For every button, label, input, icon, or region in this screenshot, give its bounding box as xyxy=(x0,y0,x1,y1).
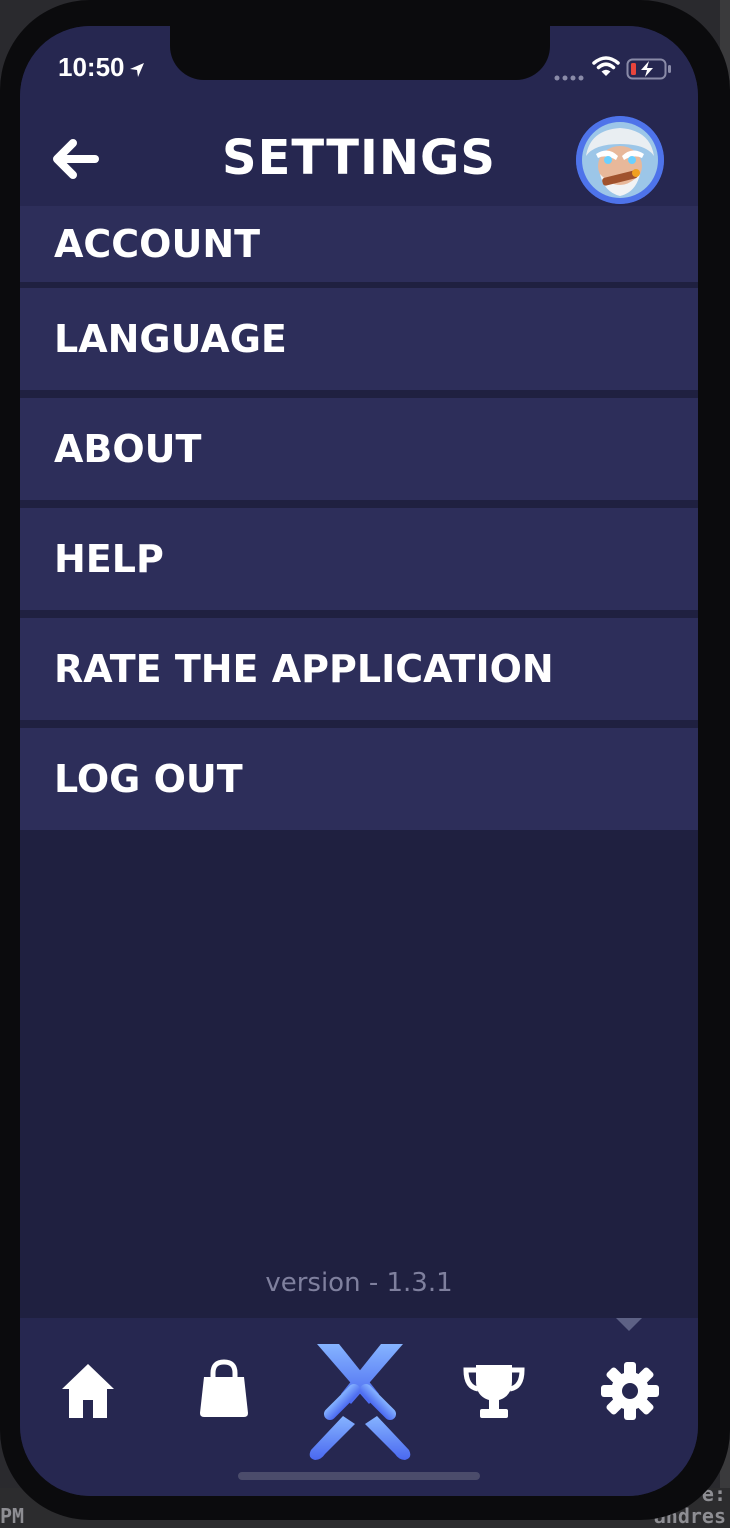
status-time-text: 10:50 xyxy=(58,52,125,82)
menu-item-language[interactable]: LANGUAGE xyxy=(20,288,698,390)
menu-item-label: HELP xyxy=(54,537,164,581)
tab-battle[interactable] xyxy=(298,1338,422,1472)
menu-item-label: ABOUT xyxy=(54,427,202,471)
cellular-signal-icon xyxy=(554,66,586,85)
menu-item-label: ACCOUNT xyxy=(54,222,261,266)
tab-settings[interactable] xyxy=(596,1358,664,1428)
device-notch xyxy=(170,26,550,80)
header: SETTINGS xyxy=(20,106,698,218)
home-indicator xyxy=(238,1472,480,1480)
avatar-wizard-icon xyxy=(576,116,664,204)
tab-shop[interactable] xyxy=(192,1356,256,1426)
menu-item-label: RATE THE APPLICATION xyxy=(54,647,554,691)
status-time: 10:50 xyxy=(58,52,145,85)
menu-item-account[interactable]: ACCOUNT xyxy=(20,206,698,282)
location-arrow-icon xyxy=(129,54,145,85)
battery-charging-icon xyxy=(626,58,672,84)
trophy-icon xyxy=(462,1361,526,1425)
menu-item-label: LOG OUT xyxy=(54,757,243,801)
menu-item-rate-the-application[interactable]: RATE THE APPLICATION xyxy=(20,618,698,720)
tab-leaderboard[interactable] xyxy=(460,1358,528,1428)
tab-home[interactable] xyxy=(56,1358,120,1428)
wifi-icon xyxy=(592,56,620,82)
selected-tab-indicator xyxy=(616,1318,642,1331)
phone-frame: 10:50 SETTINGS ACCOUNT LANGUAGE ABOUT HE… xyxy=(0,0,730,1520)
gear-icon xyxy=(600,1361,660,1425)
menu-item-label: LANGUAGE xyxy=(54,317,287,361)
app-screen: 10:50 SETTINGS ACCOUNT LANGUAGE ABOUT HE… xyxy=(20,26,698,1496)
menu-item-help[interactable]: HELP xyxy=(20,508,698,610)
version-label: version - 1.3.1 xyxy=(265,1268,453,1298)
menu-item-about[interactable]: ABOUT xyxy=(20,398,698,500)
avatar[interactable] xyxy=(576,116,664,204)
bottom-tab-bar xyxy=(20,1318,698,1496)
home-icon xyxy=(60,1362,116,1424)
shopping-bag-icon xyxy=(198,1359,250,1423)
background-text-left: PM xyxy=(0,1504,25,1528)
crossed-swords-icon xyxy=(299,1338,421,1472)
menu-item-log-out[interactable]: LOG OUT xyxy=(20,728,698,830)
